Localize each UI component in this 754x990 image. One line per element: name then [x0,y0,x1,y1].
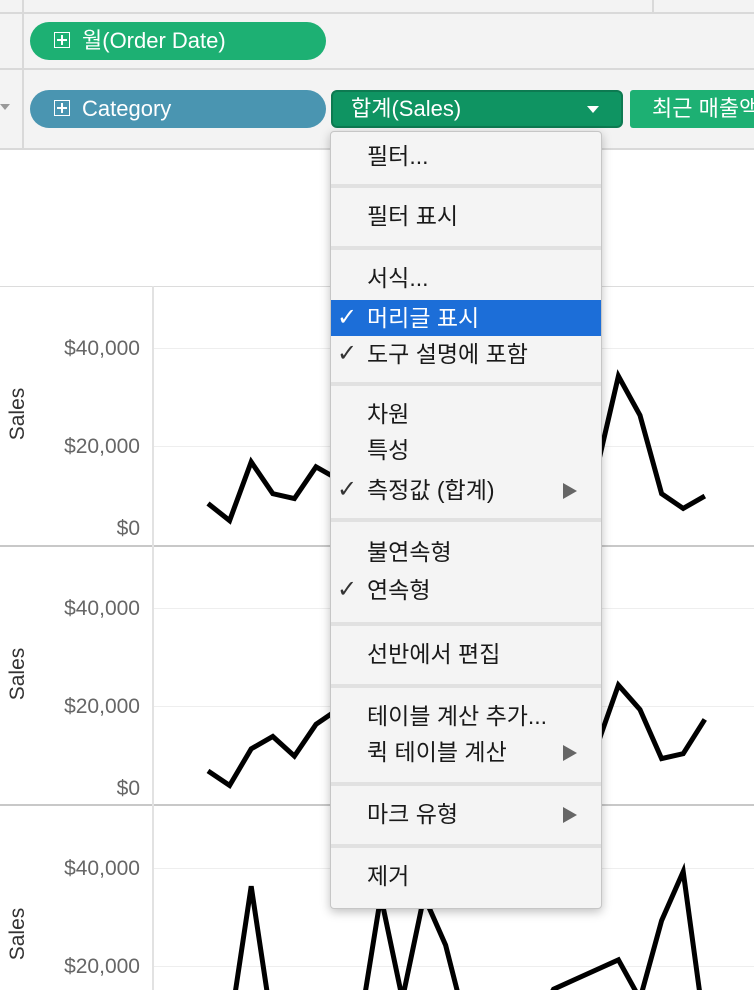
menu-item-label: 측정값 (합계) [367,477,495,503]
menu-separator [331,246,601,250]
menu-item-include-in-tooltip[interactable]: ✓ 도구 설명에 포함 [331,336,601,372]
submenu-arrow-icon [563,483,577,499]
menu-separator [331,382,601,386]
menu-separator [331,184,601,188]
check-icon: ✓ [337,304,358,331]
menu-item-label: 필터 표시 [367,203,459,229]
menu-item-format[interactable]: 서식... [331,260,601,296]
menu-item-filter[interactable]: 필터... [331,138,601,174]
menu-separator [331,844,601,848]
menu-item-show-header[interactable]: ✓ 머리글 표시 [331,300,601,336]
menu-item-label: 도구 설명에 포함 [367,341,528,367]
menu-item-attribute[interactable]: 특성 [331,432,601,468]
menu-item-measure-sum[interactable]: ✓ 측정값 (합계) [331,472,601,508]
menu-separator [331,684,601,688]
check-icon: ✓ [337,576,358,603]
menu-item-mark-type[interactable]: 마크 유형 [331,796,601,832]
menu-item-label: 선반에서 편집 [367,641,501,667]
menu-item-label: 제거 [367,863,410,889]
submenu-arrow-icon [563,807,577,823]
menu-item-label: 불연속형 [367,539,452,565]
menu-separator [331,622,601,626]
context-menu: 필터... 필터 표시서식... ✓ 머리글 표시 ✓ 도구 설명에 포함차원특성 ✓ 측정값… [330,131,602,909]
submenu-arrow-icon [563,745,577,761]
menu-item-label: 머리글 표시 [367,305,480,331]
menu-item-label: 필터... [367,143,429,169]
menu-item-discrete[interactable]: 불연속형 [331,534,601,570]
menu-separator [331,782,601,786]
menu-item-label: 퀵 테이블 계산 [367,739,507,765]
check-icon: ✓ [337,476,358,503]
menu-item-label: 차원 [367,401,410,427]
menu-item-label: 테이블 계산 추가... [367,703,548,729]
menu-item-remove[interactable]: 제거 [331,858,601,894]
check-icon: ✓ [337,340,358,367]
menu-separator [331,518,601,522]
menu-item-label: 특성 [367,437,410,463]
menu-item-add-table-calc[interactable]: 테이블 계산 추가... [331,698,601,734]
menu-item-edit-in-shelf[interactable]: 선반에서 편집 [331,636,601,672]
menu-item-label: 서식... [367,265,429,291]
menu-item-label: 연속형 [367,577,431,603]
menu-item-continuous[interactable]: ✓ 연속형 [331,572,601,608]
menu-item-show-filter[interactable]: 필터 표시 [331,198,601,234]
menu-item-label: 마크 유형 [367,801,459,827]
menu-item-dimension[interactable]: 차원 [331,396,601,432]
menu-item-quick-table-calc[interactable]: 퀵 테이블 계산 [331,734,601,770]
